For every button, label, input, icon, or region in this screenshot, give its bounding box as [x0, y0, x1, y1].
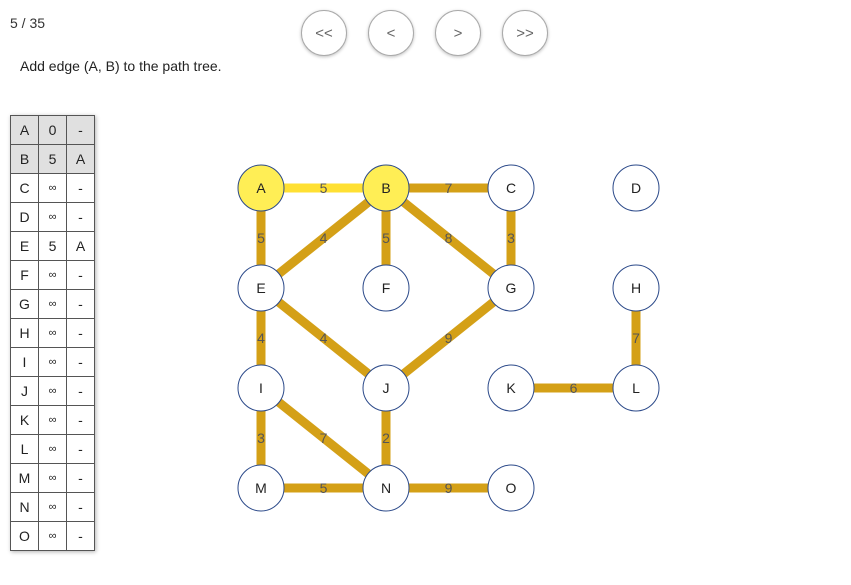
node-label: M: [255, 480, 267, 496]
edge-weight-label: 7: [632, 330, 640, 346]
node-label: D: [631, 180, 641, 196]
node-label: H: [631, 280, 641, 296]
edge-b-e: 4: [258, 184, 389, 292]
node-label: G: [506, 280, 517, 296]
node-label: E: [256, 280, 265, 296]
edge-weight-label: 5: [257, 230, 265, 246]
node-label: C: [506, 180, 516, 196]
node-i[interactable]: I: [237, 364, 285, 412]
edge-weight-label: 3: [507, 230, 515, 246]
edge-weight-label: 2: [382, 430, 390, 446]
node-label: B: [381, 180, 390, 196]
edge-b-g: 8: [383, 184, 514, 292]
node-g[interactable]: G: [487, 264, 535, 312]
node-label: I: [259, 380, 263, 396]
edge-e-j: 4: [258, 284, 389, 392]
node-label: J: [383, 380, 390, 396]
node-label: F: [382, 280, 391, 296]
node-m[interactable]: M: [237, 464, 285, 512]
node-f[interactable]: F: [362, 264, 410, 312]
node-b[interactable]: B: [362, 164, 410, 212]
edge-weight-label: 3: [257, 430, 265, 446]
edge-weight-label: 5: [382, 230, 390, 246]
edge-weight-label: 4: [257, 330, 265, 346]
edge-weight-label: 5: [320, 180, 328, 196]
edge-weight-label: 9: [445, 480, 453, 496]
node-e[interactable]: E: [237, 264, 285, 312]
node-label: K: [506, 380, 516, 396]
edge-g-j: 9: [383, 284, 514, 392]
edges-layer: 5 7 5 4 5 8 3 4 4 9 7 6 3 7 2 5 9: [256, 180, 641, 496]
node-l[interactable]: L: [612, 364, 660, 412]
node-label: N: [381, 480, 391, 496]
node-c[interactable]: C: [487, 164, 535, 212]
node-label: L: [632, 380, 640, 396]
node-k[interactable]: K: [487, 364, 535, 412]
graph-canvas: 5 7 5 4 5 8 3 4 4 9 7 6 3 7 2 5 9 A B C D E F G H I J K L M N O: [237, 164, 660, 512]
edge-weight-label: 6: [570, 380, 578, 396]
node-h[interactable]: H: [612, 264, 660, 312]
node-label: O: [506, 480, 517, 496]
edge-weight-label: 8: [445, 230, 453, 246]
node-a[interactable]: A: [237, 164, 285, 212]
edge-weight-label: 7: [445, 180, 453, 196]
edge-weight-label: 5: [320, 480, 328, 496]
edge-weight-label: 4: [320, 230, 328, 246]
node-label: A: [256, 180, 266, 196]
edge-weight-label: 9: [445, 330, 453, 346]
node-n[interactable]: N: [362, 464, 410, 512]
edge-weight-label: 4: [320, 330, 328, 346]
node-j[interactable]: J: [362, 364, 410, 412]
edge-weight-label: 7: [320, 430, 328, 446]
node-d[interactable]: D: [612, 164, 660, 212]
node-o[interactable]: O: [487, 464, 535, 512]
edge-i-n: 7: [258, 384, 389, 492]
